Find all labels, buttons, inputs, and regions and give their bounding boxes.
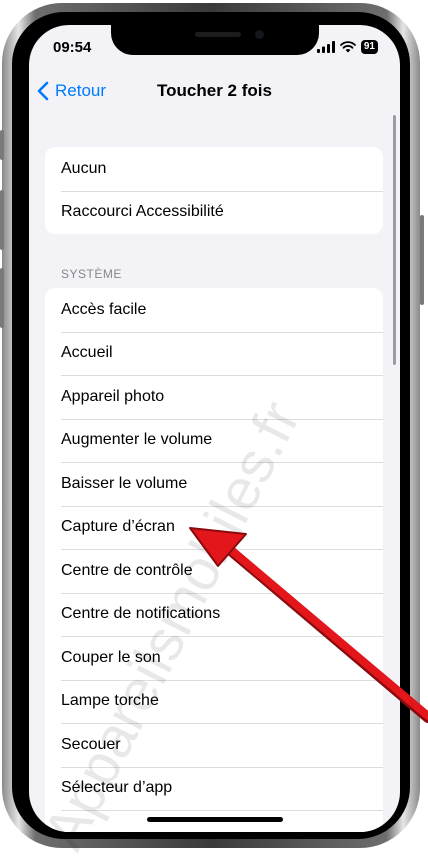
option-centre-de-controle[interactable]: Centre de contrôle (45, 549, 383, 593)
option-acces-facile[interactable]: Accès facile (45, 288, 383, 332)
option-label: Capture d’écran (61, 518, 175, 536)
option-label: Couper le son (61, 648, 161, 666)
status-time: 09:54 (53, 39, 92, 56)
option-label: Sélecteur d’app (61, 779, 173, 797)
option-accueil[interactable]: Accueil (45, 331, 383, 376)
option-selecteur-app[interactable]: Sélecteur d’app (45, 766, 383, 811)
page-title: Toucher 2 fois (157, 81, 272, 100)
option-label: Aucun (61, 159, 107, 177)
top-options-group: Aucun Raccourci Accessibilité (45, 147, 383, 234)
cellular-signal-icon (316, 41, 335, 53)
option-label: Appareil photo (61, 387, 165, 405)
volume-down-button (0, 268, 4, 328)
option-capture-ecran[interactable]: Capture d’écran (45, 505, 383, 550)
option-aucun[interactable]: Aucun (45, 147, 383, 191)
screen: 09:54 91 Retour Toucher 2 fois Aucun Rac… (29, 25, 400, 832)
status-icons: 91 (316, 39, 378, 55)
option-raccourci-accessibilite[interactable]: Raccourci Accessibilité (45, 190, 383, 235)
option-label: Baisser le volume (61, 474, 188, 492)
battery-indicator: 91 (360, 40, 378, 54)
option-augmenter-le-volume[interactable]: Augmenter le volume (45, 418, 383, 463)
scrollbar[interactable] (393, 115, 396, 365)
option-baisser-le-volume[interactable]: Baisser le volume (45, 462, 383, 506)
option-centre-de-notifications[interactable]: Centre de notifications (45, 592, 383, 637)
volume-up-button (0, 190, 4, 250)
option-appareil-photo[interactable]: Appareil photo (45, 375, 383, 419)
option-label: Lampe torche (61, 692, 159, 710)
wifi-icon (339, 41, 356, 53)
mute-switch (0, 130, 4, 160)
option-label: Centre de notifications (61, 605, 221, 623)
option-lampe-torche[interactable]: Lampe torche (45, 679, 383, 724)
option-secouer[interactable]: Secouer (45, 723, 383, 767)
option-label: Accès facile (61, 300, 147, 318)
home-indicator[interactable] (147, 817, 283, 822)
option-couper-le-son[interactable]: Couper le son (45, 636, 383, 680)
option-label: Augmenter le volume (61, 431, 213, 449)
option-label: Centre de contrôle (61, 561, 193, 579)
section-header-systeme: SYSTÈME (61, 267, 122, 281)
power-button (420, 215, 424, 305)
system-options-group: Accès facile Accueil Appareil photo Augm… (45, 288, 383, 832)
front-camera (255, 30, 264, 39)
option-label: Raccourci Accessibilité (61, 203, 224, 221)
option-label: Secouer (61, 735, 121, 753)
notch (111, 25, 319, 55)
speaker-grille (195, 32, 241, 37)
navigation-bar: Retour Toucher 2 fois (29, 77, 400, 109)
option-label: Accueil (61, 344, 113, 362)
